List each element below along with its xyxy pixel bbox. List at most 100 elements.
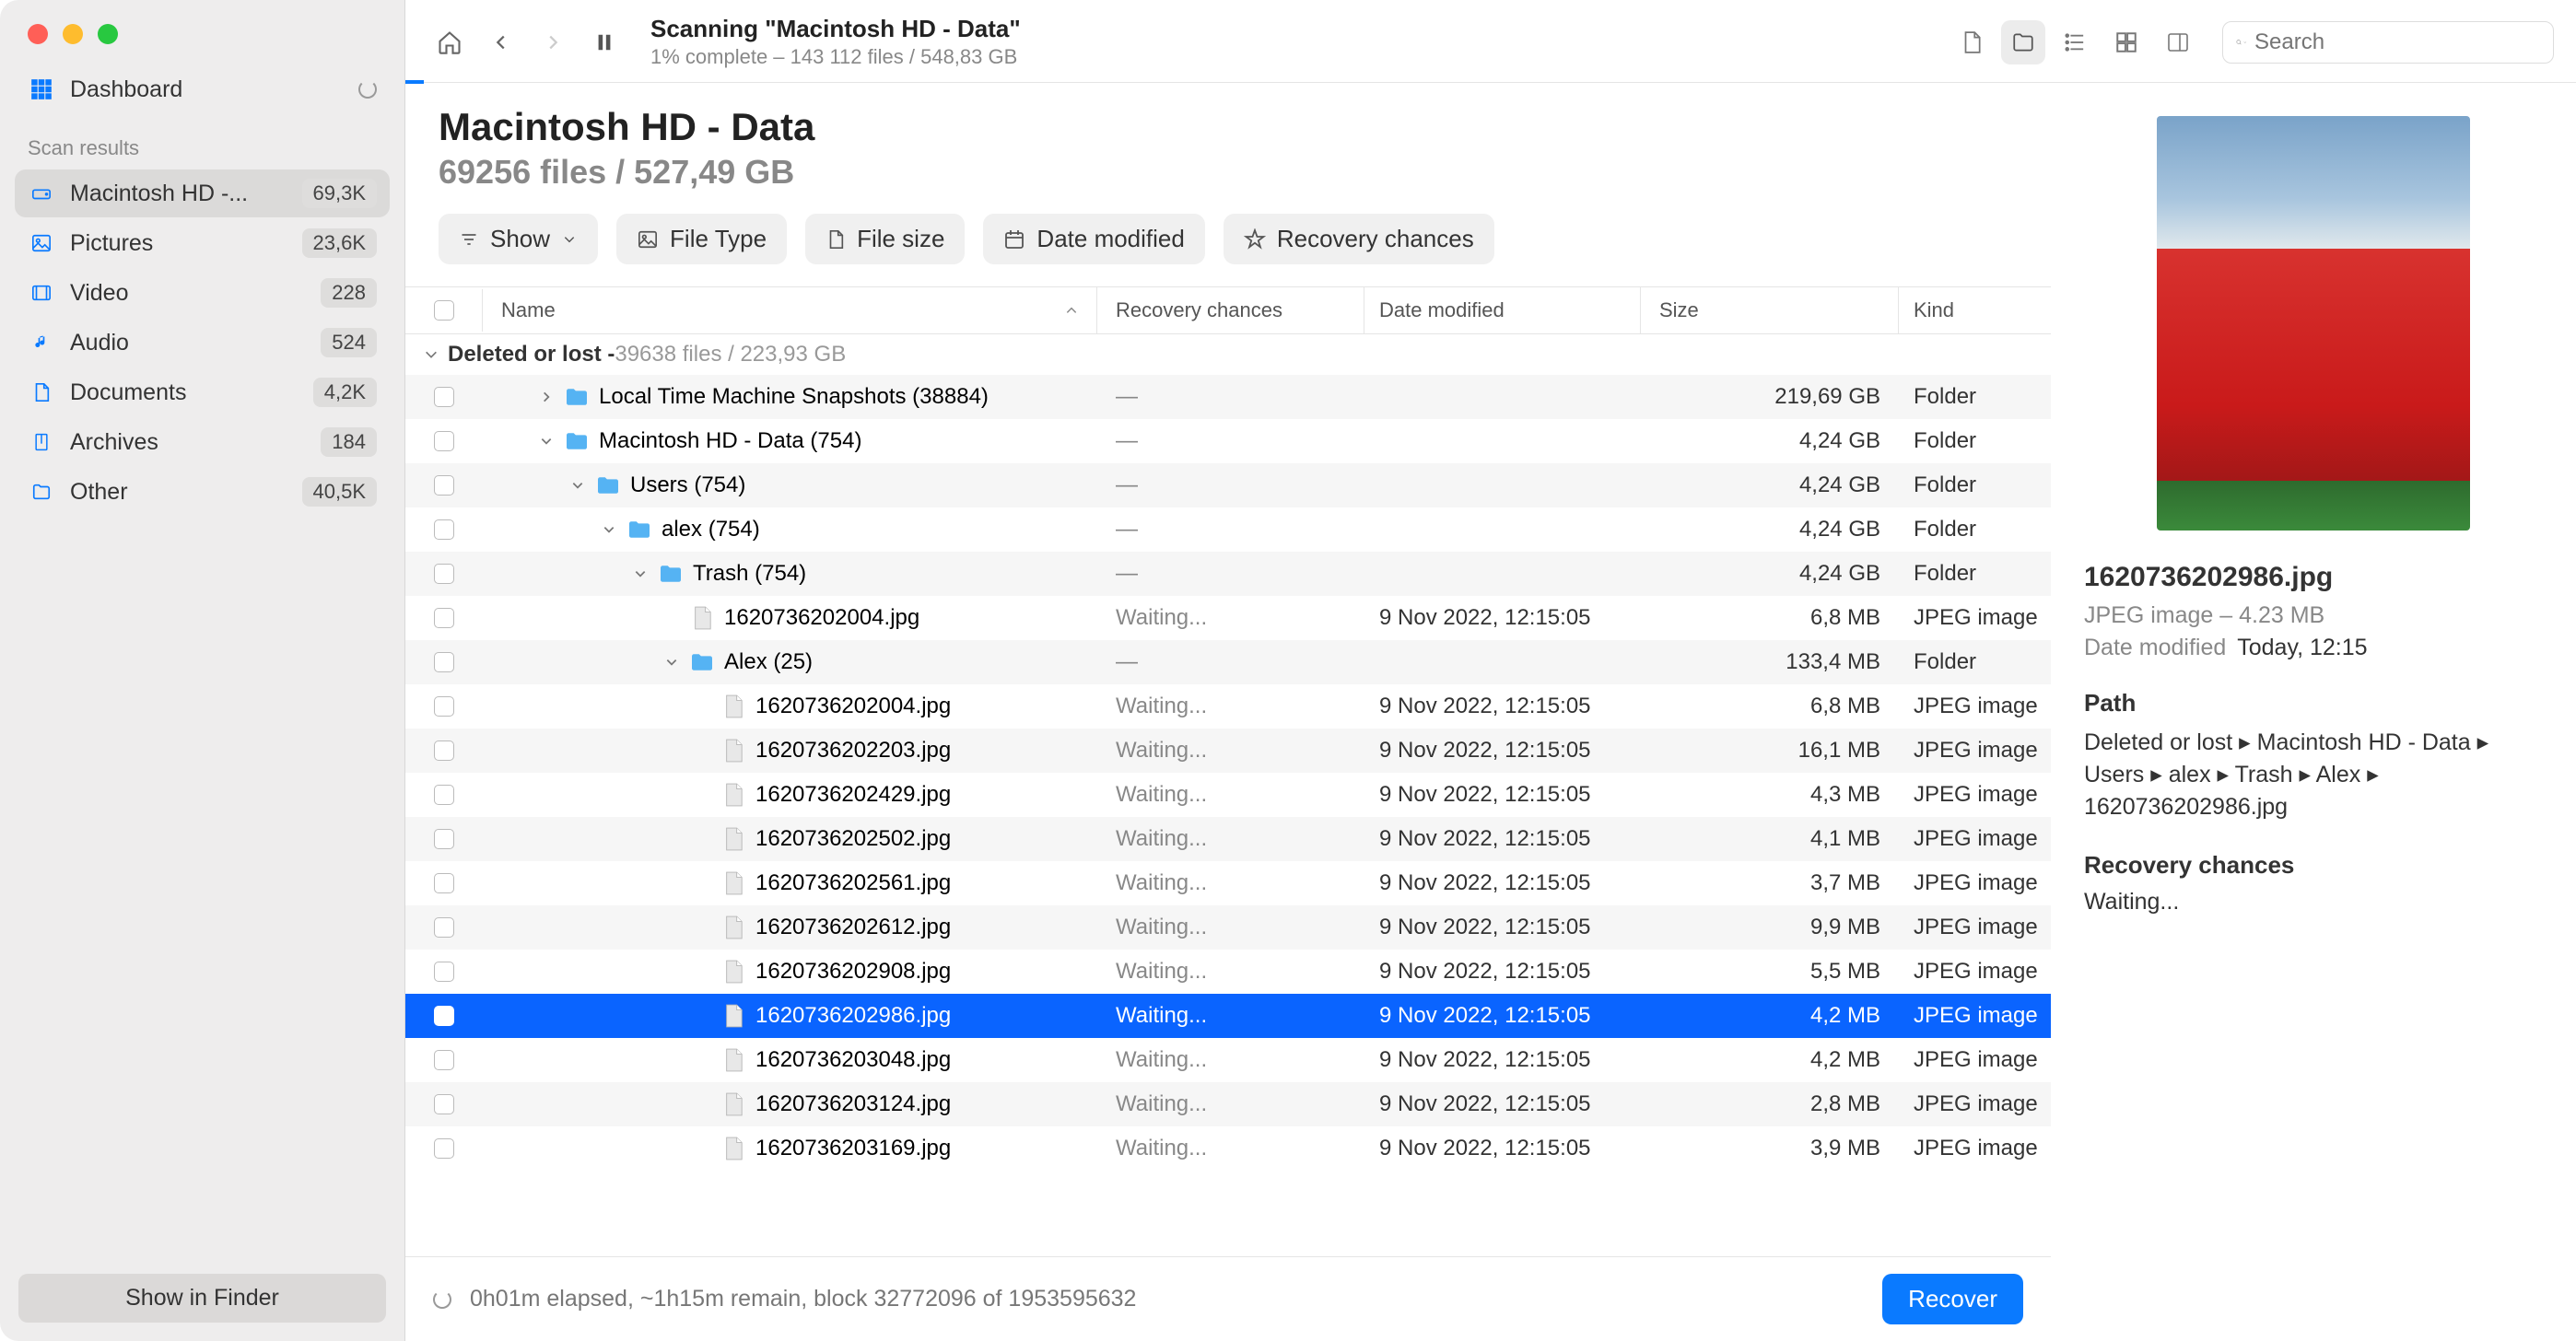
col-kind-header[interactable]: Kind xyxy=(1899,287,2051,333)
table-row[interactable]: 1620736202986.jpgWaiting...9 Nov 2022, 1… xyxy=(405,994,2051,1038)
home-button[interactable] xyxy=(427,20,472,64)
row-checkbox[interactable] xyxy=(434,785,454,805)
table-row[interactable]: Users (754)—4,24 GBFolder xyxy=(405,463,2051,507)
table-row[interactable]: 1620736203124.jpgWaiting...9 Nov 2022, 1… xyxy=(405,1082,2051,1126)
col-date-header[interactable]: Date modified xyxy=(1364,287,1641,333)
sidebar-item-other[interactable]: Other 40,5K xyxy=(15,468,390,516)
folder-view-button[interactable] xyxy=(2001,20,2045,64)
sidebar-item-video[interactable]: Video228 xyxy=(15,269,390,317)
table-row[interactable]: Alex (25)—133,4 MBFolder xyxy=(405,640,2051,684)
row-kind: Folder xyxy=(1899,461,2051,509)
table-row[interactable]: 1620736202429.jpgWaiting...9 Nov 2022, 1… xyxy=(405,773,2051,817)
col-recovery-header[interactable]: Recovery chances xyxy=(1097,287,1364,333)
search-input[interactable] xyxy=(2254,29,2540,55)
pause-button[interactable] xyxy=(582,20,626,64)
row-kind: JPEG image xyxy=(1899,1125,2051,1172)
table-row[interactable]: alex (754)—4,24 GBFolder xyxy=(405,507,2051,552)
sidebar-item-pictures[interactable]: Pictures23,6K xyxy=(15,219,390,267)
table-row[interactable]: 1620736202004.jpgWaiting...9 Nov 2022, 1… xyxy=(405,596,2051,640)
row-checkbox[interactable] xyxy=(434,608,454,628)
row-checkbox[interactable] xyxy=(434,829,454,849)
minimize-window-button[interactable] xyxy=(63,24,83,44)
table-row[interactable]: 1620736202502.jpgWaiting...9 Nov 2022, 1… xyxy=(405,817,2051,861)
row-checkbox[interactable] xyxy=(434,962,454,982)
row-name: 1620736202986.jpg xyxy=(755,1003,951,1029)
row-name: 1620736202004.jpg xyxy=(755,694,951,719)
row-checkbox[interactable] xyxy=(434,387,454,407)
sidebar-item-label: Pictures xyxy=(70,230,153,257)
preview-toggle-button[interactable] xyxy=(2156,20,2200,64)
table-row[interactable]: 1620736202561.jpgWaiting...9 Nov 2022, 1… xyxy=(405,861,2051,905)
table-row[interactable]: 1620736202203.jpgWaiting...9 Nov 2022, 1… xyxy=(405,729,2051,773)
row-checkbox[interactable] xyxy=(434,564,454,584)
col-size-header[interactable]: Size xyxy=(1641,287,1899,333)
row-checkbox[interactable] xyxy=(434,917,454,938)
disclosure-down-icon[interactable] xyxy=(601,523,617,536)
disclosure-down-icon[interactable] xyxy=(632,567,649,580)
table-row[interactable]: 1620736203048.jpgWaiting...9 Nov 2022, 1… xyxy=(405,1038,2051,1082)
preview-chances-label: Recovery chances xyxy=(2084,851,2543,880)
filetype-filter-button[interactable]: File Type xyxy=(616,214,787,264)
select-all-checkbox[interactable] xyxy=(434,300,454,321)
doc-icon xyxy=(28,379,55,406)
column-headers: Name Recovery chances Date modified Size… xyxy=(405,286,2051,334)
disclosure-right-icon[interactable] xyxy=(538,391,555,403)
table-row[interactable]: 1620736202908.jpgWaiting...9 Nov 2022, 1… xyxy=(405,950,2051,994)
row-checkbox[interactable] xyxy=(434,1094,454,1114)
row-checkbox[interactable] xyxy=(434,873,454,893)
dashboard-nav[interactable]: Dashboard xyxy=(15,66,390,112)
filesize-filter-button[interactable]: File size xyxy=(805,214,965,264)
row-checkbox[interactable] xyxy=(434,740,454,761)
recover-button[interactable]: Recover xyxy=(1882,1274,2023,1324)
disclosure-down-icon[interactable] xyxy=(663,656,680,669)
sidebar-item-macintosh-hd-[interactable]: Macintosh HD -...69,3K xyxy=(15,169,390,217)
sidebar-item-label: Other xyxy=(70,479,128,506)
image-icon xyxy=(28,229,55,257)
sidebar-item-documents[interactable]: Documents4,2K xyxy=(15,368,390,416)
list-view-button[interactable] xyxy=(2053,20,2097,64)
chances-filter-button[interactable]: Recovery chances xyxy=(1224,214,1494,264)
row-date: 9 Nov 2022, 12:15:05 xyxy=(1364,594,1641,642)
col-name-header[interactable]: Name xyxy=(483,287,1097,333)
back-button[interactable] xyxy=(479,20,523,64)
table-row[interactable]: 1620736202612.jpgWaiting...9 Nov 2022, 1… xyxy=(405,905,2051,950)
table-row[interactable]: Local Time Machine Snapshots (38884)—219… xyxy=(405,375,2051,419)
disclosure-down-icon[interactable] xyxy=(569,479,586,492)
group-header[interactable]: Deleted or lost - 39638 files / 223,93 G… xyxy=(405,334,2051,375)
row-recovery: — xyxy=(1097,638,1364,686)
image-icon xyxy=(637,229,659,250)
folder-icon xyxy=(626,517,652,542)
sidebar-item-audio[interactable]: Audio524 xyxy=(15,319,390,367)
preview-meta: JPEG image – 4.23 MB xyxy=(2084,602,2543,629)
sidebar-item-label: Video xyxy=(70,280,129,307)
row-checkbox[interactable] xyxy=(434,696,454,717)
forward-button xyxy=(531,20,575,64)
folder-icon xyxy=(595,472,621,498)
show-filter-button[interactable]: Show xyxy=(439,214,598,264)
grid-view-button[interactable] xyxy=(2104,20,2149,64)
row-checkbox[interactable] xyxy=(434,1050,454,1070)
row-checkbox[interactable] xyxy=(434,652,454,672)
row-recovery: Waiting... xyxy=(1097,682,1364,730)
filetype-filter-label: File Type xyxy=(670,225,767,253)
file-view-button[interactable] xyxy=(1950,20,1994,64)
chevron-down-icon xyxy=(561,233,578,246)
row-checkbox[interactable] xyxy=(434,1138,454,1159)
table-row[interactable]: 1620736203169.jpgWaiting...9 Nov 2022, 1… xyxy=(405,1126,2051,1171)
table-row[interactable]: Macintosh HD - Data (754)—4,24 GBFolder xyxy=(405,419,2051,463)
row-checkbox[interactable] xyxy=(434,475,454,496)
show-in-finder-button[interactable]: Show in Finder xyxy=(18,1274,386,1323)
search-field[interactable] xyxy=(2222,21,2554,64)
date-filter-button[interactable]: Date modified xyxy=(983,214,1204,264)
table-row[interactable]: Trash (754)—4,24 GBFolder xyxy=(405,552,2051,596)
sidebar-item-archives[interactable]: Archives184 xyxy=(15,418,390,466)
table-row[interactable]: 1620736202004.jpgWaiting...9 Nov 2022, 1… xyxy=(405,684,2051,729)
maximize-window-button[interactable] xyxy=(98,24,118,44)
close-window-button[interactable] xyxy=(28,24,48,44)
row-checkbox[interactable] xyxy=(434,431,454,451)
disclosure-down-icon[interactable] xyxy=(538,435,555,448)
row-size: 6,8 MB xyxy=(1641,682,1899,730)
row-checkbox[interactable] xyxy=(434,1006,454,1026)
row-checkbox[interactable] xyxy=(434,519,454,540)
sidebar-item-badge: 40,5K xyxy=(302,477,378,507)
